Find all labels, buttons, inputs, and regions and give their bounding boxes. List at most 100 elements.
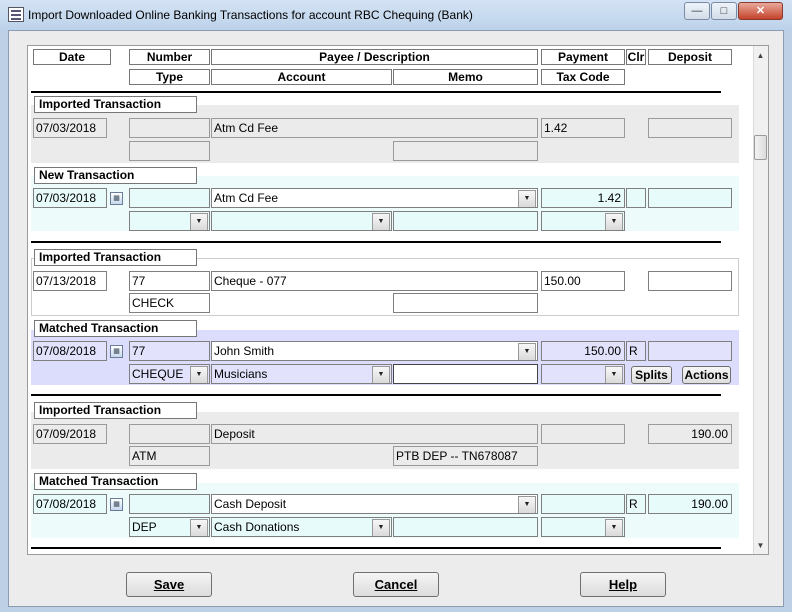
cancel-button[interactable]: Cancel	[353, 572, 439, 597]
new-number-field[interactable]	[129, 188, 210, 208]
separator	[31, 394, 721, 396]
matched-number-field[interactable]	[129, 494, 210, 514]
matched-type-select[interactable]: DEP ▼	[129, 517, 210, 537]
help-button[interactable]: Help	[580, 572, 666, 597]
imported-type: CHECK	[129, 293, 210, 313]
dropdown-arrow-icon[interactable]: ▼	[518, 343, 536, 360]
cancel-label: Cancel	[374, 577, 418, 592]
imported-transaction-label: Imported Transaction	[34, 96, 197, 113]
dropdown-arrow-icon[interactable]: ▼	[190, 366, 208, 383]
matched-memo-field[interactable]	[393, 517, 538, 537]
header-payee: Payee / Description	[211, 49, 538, 65]
matched-account-value: Cash Donations	[214, 520, 300, 534]
matched-transaction-label: Matched Transaction	[34, 473, 197, 490]
new-account-select[interactable]: ▼	[211, 211, 392, 231]
matched-payee-select[interactable]: John Smith ▼	[211, 341, 538, 361]
matched-clr-field[interactable]: R	[626, 341, 646, 361]
new-transaction-label: New Transaction	[34, 167, 197, 184]
imported-type	[129, 141, 210, 161]
matched-payment-field[interactable]	[541, 494, 625, 514]
dropdown-arrow-icon[interactable]: ▼	[372, 366, 390, 383]
dropdown-arrow-icon[interactable]: ▼	[372, 213, 390, 230]
calendar-icon[interactable]: ▦	[110, 345, 123, 358]
separator	[31, 241, 721, 243]
maximize-button[interactable]: □	[711, 2, 737, 20]
imported-deposit: 190.00	[648, 424, 732, 444]
actions-button[interactable]: Actions	[682, 366, 731, 384]
new-payee-value: Atm Cd Fee	[214, 191, 279, 205]
imported-payee: Cheque - 077	[211, 271, 538, 291]
imported-payment: 1.42	[541, 118, 625, 138]
dropdown-arrow-icon[interactable]: ▼	[372, 519, 390, 536]
new-date-field[interactable]: 07/03/2018	[33, 188, 107, 208]
header-number: Number	[129, 49, 210, 65]
matched-deposit-field[interactable]	[648, 341, 732, 361]
imported-date: 07/09/2018	[33, 424, 107, 444]
new-payee-select[interactable]: Atm Cd Fee ▼	[211, 188, 538, 208]
scroll-up-icon[interactable]: ▲	[754, 49, 767, 63]
window-title: Import Downloaded Online Banking Transac…	[28, 8, 473, 22]
header-deposit: Deposit	[648, 49, 732, 65]
matched-account-select[interactable]: Cash Donations ▼	[211, 517, 392, 537]
imported-deposit	[648, 271, 732, 291]
separator	[31, 91, 721, 93]
splits-button[interactable]: Splits	[631, 366, 672, 384]
imported-deposit	[648, 118, 732, 138]
app-ledger-icon	[8, 7, 24, 22]
dropdown-arrow-icon[interactable]: ▼	[605, 519, 623, 536]
dropdown-arrow-icon[interactable]: ▼	[605, 213, 623, 230]
matched-payment-field[interactable]: 150.00	[541, 341, 625, 361]
vertical-scrollbar[interactable]	[753, 46, 768, 554]
imported-date: 07/03/2018	[33, 118, 107, 138]
matched-number-field[interactable]: 77	[129, 341, 210, 361]
dropdown-arrow-icon[interactable]: ▼	[190, 519, 208, 536]
imported-payee: Atm Cd Fee	[211, 118, 538, 138]
new-payment-field[interactable]: 1.42	[541, 188, 625, 208]
imported-number: 77	[129, 271, 210, 291]
new-clr-field[interactable]	[626, 188, 646, 208]
imported-transaction-label: Imported Transaction	[34, 402, 197, 419]
matched-taxcode-select[interactable]: ▼	[541, 517, 625, 537]
matched-date-field[interactable]: 07/08/2018	[33, 341, 107, 361]
matched-memo-field[interactable]	[393, 364, 538, 384]
header-date: Date	[33, 49, 111, 65]
imported-memo	[393, 141, 538, 161]
header-taxcode: Tax Code	[541, 69, 625, 85]
calendar-icon[interactable]: ▦	[110, 192, 123, 205]
matched-payee-select[interactable]: Cash Deposit ▼	[211, 494, 538, 514]
matched-date-field[interactable]: 07/08/2018	[33, 494, 107, 514]
new-taxcode-select[interactable]: ▼	[541, 211, 625, 231]
matched-account-select[interactable]: Musicians ▼	[211, 364, 392, 384]
new-memo-field[interactable]	[393, 211, 538, 231]
dropdown-arrow-icon[interactable]: ▼	[605, 366, 623, 383]
matched-clr-field[interactable]: R	[626, 494, 646, 514]
calendar-icon[interactable]: ▦	[110, 498, 123, 511]
matched-type-value: DEP	[132, 520, 157, 534]
matched-taxcode-select[interactable]: ▼	[541, 364, 625, 384]
new-deposit-field[interactable]	[648, 188, 732, 208]
header-clr: Clr	[626, 49, 646, 65]
dropdown-arrow-icon[interactable]: ▼	[190, 213, 208, 230]
header-type: Type	[129, 69, 210, 85]
close-button[interactable]: ✕	[738, 2, 783, 20]
imported-transaction-label: Imported Transaction	[34, 249, 197, 266]
minimize-button[interactable]: —	[684, 2, 710, 20]
imported-memo	[393, 293, 538, 313]
dropdown-arrow-icon[interactable]: ▼	[518, 496, 536, 513]
help-label: Help	[608, 577, 638, 592]
imported-number	[129, 424, 210, 444]
dropdown-arrow-icon[interactable]: ▼	[518, 190, 536, 207]
header-account: Account	[211, 69, 392, 85]
imported-payment	[541, 424, 625, 444]
new-type-select[interactable]: ▼	[129, 211, 210, 231]
matched-transaction-label: Matched Transaction	[34, 320, 197, 337]
header-payment: Payment	[541, 49, 625, 65]
save-button[interactable]: Save	[126, 572, 212, 597]
matched-type-select[interactable]: CHEQUE ▼	[129, 364, 210, 384]
imported-date: 07/13/2018	[33, 271, 107, 291]
scrollbar-thumb[interactable]	[754, 135, 767, 160]
matched-payee-value: John Smith	[214, 344, 275, 358]
header-memo: Memo	[393, 69, 538, 85]
scroll-down-icon[interactable]: ▼	[754, 539, 767, 553]
matched-deposit-field[interactable]: 190.00	[648, 494, 732, 514]
